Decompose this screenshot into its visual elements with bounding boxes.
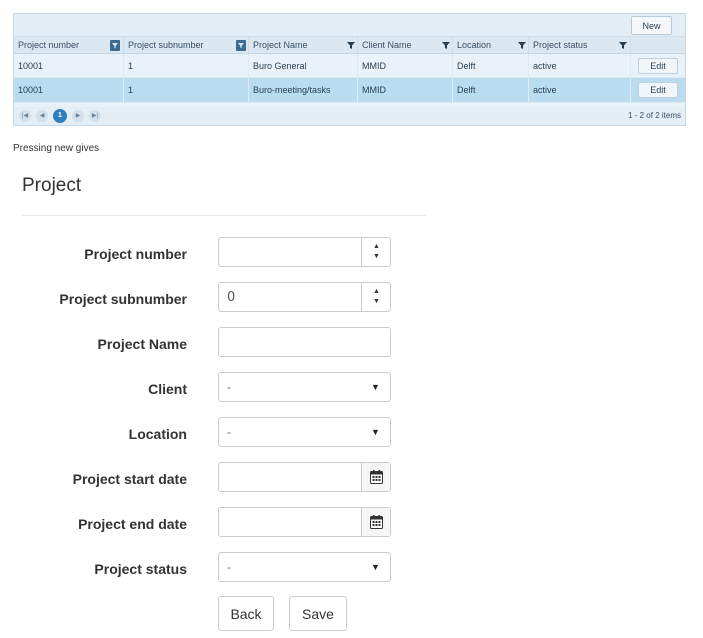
cell-client-name: MMID (358, 78, 453, 102)
previous-page-icon[interactable]: ◀ (36, 110, 48, 122)
location-select[interactable]: - ▼ (218, 417, 391, 447)
header-label: Client Name (362, 40, 412, 50)
filter-icon[interactable] (236, 40, 246, 51)
project-name-field[interactable] (218, 327, 391, 357)
header-label: Project Name (253, 40, 308, 50)
project-name-label: Project Name (97, 336, 187, 352)
start-date-label: Project start date (72, 471, 187, 487)
project-name-input[interactable] (219, 328, 390, 356)
table-row[interactable]: 10001 1 Buro General MMID Delft active E… (14, 54, 685, 78)
spin-up-icon[interactable]: ▲ (362, 288, 391, 295)
end-date-label: Project end date (78, 516, 187, 532)
table-row-selected[interactable]: 10001 1 Buro-meeting/tasks MMID Delft ac… (14, 78, 685, 103)
cell-project-status: active (529, 78, 631, 102)
cell-project-status: active (529, 54, 631, 77)
caret-down-icon[interactable]: ▼ (361, 373, 390, 401)
caret-down-icon[interactable]: ▼ (361, 553, 390, 581)
spin-down-icon[interactable]: ▼ (362, 253, 391, 260)
header-project-status[interactable]: Project status (529, 37, 631, 53)
header-project-name[interactable]: Project Name (249, 37, 358, 53)
header-label: Project status (533, 40, 588, 50)
grid-pager: |◀ ◀ 1 ▶ ▶| 1 - 2 of 2 items (14, 107, 685, 125)
header-label: Location (457, 40, 492, 50)
new-button[interactable]: New (631, 16, 672, 35)
cell-location: Delft (453, 78, 529, 102)
grid-toolbar: New (14, 14, 685, 37)
cell-project-number: 10001 (14, 54, 124, 77)
project-number-field[interactable]: ▲ ▼ (218, 237, 391, 267)
client-selected-value: - (227, 380, 231, 394)
filter-icon[interactable] (441, 40, 451, 51)
filter-icon[interactable] (517, 40, 527, 51)
project-number-spinner[interactable]: ▲ ▼ (361, 238, 390, 266)
header-project-subnumber[interactable]: Project subnumber (124, 37, 249, 53)
cell-actions: Edit (631, 54, 685, 77)
calendar-icon[interactable] (361, 463, 390, 491)
pager-info: 1 - 2 of 2 items (628, 111, 681, 120)
project-subnumber-label: Project subnumber (59, 291, 187, 307)
back-button[interactable]: Back (218, 596, 274, 631)
project-subnumber-spinner[interactable]: ▲ ▼ (361, 283, 390, 311)
last-page-icon[interactable]: ▶| (89, 110, 101, 122)
note-text: Pressing new gives (13, 143, 100, 154)
project-number-label: Project number (84, 246, 187, 262)
filter-icon[interactable] (110, 40, 120, 51)
status-selected-value: - (227, 560, 231, 574)
location-selected-value: - (227, 425, 231, 439)
cell-project-subnumber: 1 (124, 78, 249, 102)
divider (22, 215, 426, 216)
spin-down-icon[interactable]: ▼ (362, 298, 391, 305)
status-select[interactable]: - ▼ (218, 552, 391, 582)
grid-header: Project number Project subnumber Project… (14, 37, 685, 54)
next-page-icon[interactable]: ▶ (72, 110, 84, 122)
caret-down-icon[interactable]: ▼ (361, 418, 390, 446)
cell-actions: Edit (631, 78, 685, 102)
filter-icon[interactable] (346, 40, 356, 51)
edit-button[interactable]: Edit (638, 82, 678, 98)
status-label: Project status (94, 561, 187, 577)
calendar-icon[interactable] (361, 508, 390, 536)
location-label: Location (128, 426, 187, 442)
project-subnumber-field[interactable]: ▲ ▼ (218, 282, 391, 312)
header-label: Project number (18, 40, 80, 50)
page-title: Project (22, 175, 82, 196)
first-page-icon[interactable]: |◀ (19, 110, 31, 122)
cell-location: Delft (453, 54, 529, 77)
edit-button[interactable]: Edit (638, 58, 678, 74)
header-client-name[interactable]: Client Name (358, 37, 453, 53)
cell-project-name: Buro General (249, 54, 358, 77)
start-date-field[interactable] (218, 462, 391, 492)
filter-icon[interactable] (618, 40, 628, 51)
header-label: Project subnumber (128, 40, 204, 50)
save-button[interactable]: Save (289, 596, 347, 631)
client-select[interactable]: - ▼ (218, 372, 391, 402)
header-project-number[interactable]: Project number (14, 37, 124, 53)
cell-project-number: 10001 (14, 78, 124, 102)
cell-client-name: MMID (358, 54, 453, 77)
current-page[interactable]: 1 (53, 109, 67, 123)
spin-up-icon[interactable]: ▲ (362, 243, 391, 250)
cell-project-subnumber: 1 (124, 54, 249, 77)
end-date-field[interactable] (218, 507, 391, 537)
client-label: Client (148, 381, 187, 397)
header-actions (631, 37, 685, 53)
cell-project-name: Buro-meeting/tasks (249, 78, 358, 102)
projects-grid: New Project number Project subnumber Pro… (13, 13, 686, 126)
